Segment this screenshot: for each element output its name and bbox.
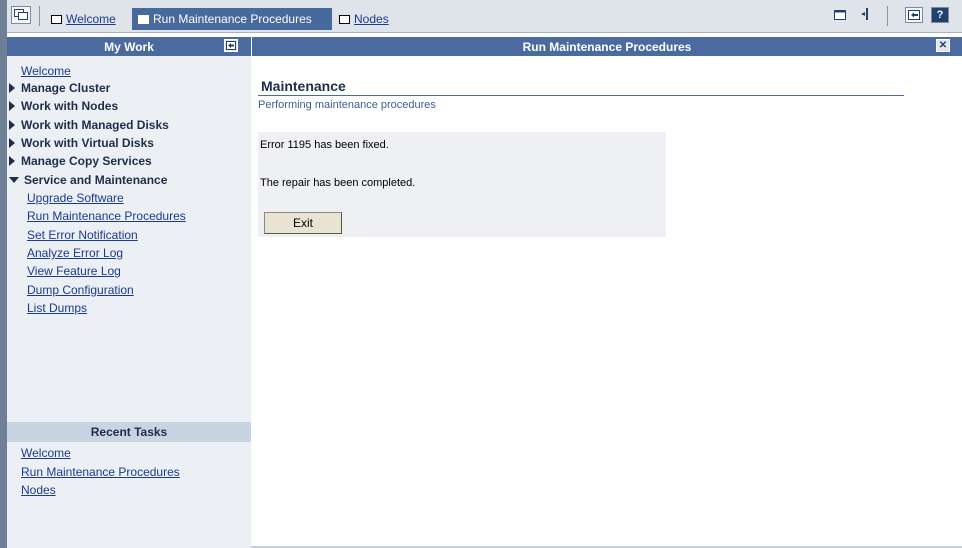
recent-tasks-header: Recent Tasks: [7, 422, 251, 442]
tab-nodes[interactable]: Nodes: [333, 8, 395, 30]
minimize-icon[interactable]: [830, 6, 850, 24]
close-icon[interactable]: ✕: [936, 39, 950, 52]
my-work-header: My Work: [7, 37, 251, 56]
nav-group-manage-cluster[interactable]: Manage Cluster: [9, 81, 110, 95]
help-icon[interactable]: ?: [931, 7, 949, 23]
tab-run-maintenance-procedures[interactable]: Run Maintenance Procedures: [132, 8, 332, 30]
expand-arrow-icon: [9, 156, 15, 166]
nav-group-work-with-nodes[interactable]: Work with Nodes: [9, 99, 118, 113]
tab-welcome[interactable]: Welcome: [45, 8, 122, 30]
repair-completed-message: The repair has been completed.: [260, 177, 416, 189]
nav-view-feature-log[interactable]: View Feature Log: [27, 264, 121, 278]
my-work-sidebar: Welcome Manage Cluster Work with Nodes W…: [7, 56, 251, 548]
nav-welcome[interactable]: Welcome: [21, 64, 71, 78]
error-fixed-message: Error 1195 has been fixed.: [260, 139, 389, 151]
result-panel: Error 1195 has been fixed. The repair ha…: [258, 132, 666, 237]
page-title: Maintenance: [261, 78, 346, 94]
expand-arrow-icon: [9, 83, 15, 93]
task-manager-icon[interactable]: [11, 6, 31, 24]
nav-group-label: Manage Cluster: [21, 81, 111, 95]
nav-group-label: Manage Copy Services: [21, 154, 152, 168]
tab-window-icon: [138, 14, 149, 24]
nav-group-label: Work with Managed Disks: [21, 118, 169, 132]
nav-group-label: Work with Virtual Disks: [21, 136, 154, 150]
toolbar-separator: [39, 6, 40, 26]
my-work-title: My Work: [104, 39, 154, 54]
expand-arrow-icon: [9, 120, 15, 130]
page-subtitle: Performing maintenance procedures: [258, 99, 436, 111]
tab-window-icon: [51, 14, 62, 24]
recent-tasks-title: Recent Tasks: [90, 425, 168, 439]
nav-group-label: Work with Nodes: [21, 99, 119, 113]
collapse-left-icon[interactable]: [224, 39, 238, 52]
nav-analyze-error-log[interactable]: Analyze Error Log: [27, 246, 123, 260]
tab-label[interactable]: Nodes: [354, 12, 389, 26]
title-divider: [258, 95, 904, 96]
tab-bar: Welcome Run Maintenance Procedures Nodes…: [7, 0, 962, 33]
main-content: Maintenance Performing maintenance proce…: [251, 56, 962, 548]
left-frame-edge: [0, 0, 7, 548]
recent-welcome[interactable]: Welcome: [21, 446, 71, 460]
refresh-icon[interactable]: [856, 6, 876, 24]
recent-run-maintenance-procedures[interactable]: Run Maintenance Procedures: [21, 465, 180, 479]
nav-set-error-notification[interactable]: Set Error Notification: [27, 228, 138, 242]
recent-nodes[interactable]: Nodes: [21, 483, 56, 497]
expand-arrow-icon: [9, 101, 15, 111]
maximize-icon[interactable]: [905, 7, 923, 23]
toolbar-separator: [887, 6, 888, 26]
nav-group-work-with-virtual-disks[interactable]: Work with Virtual Disks: [9, 136, 154, 150]
nav-upgrade-software[interactable]: Upgrade Software: [27, 191, 124, 205]
collapse-arrow-icon: [9, 177, 19, 183]
nav-group-manage-copy-services[interactable]: Manage Copy Services: [9, 154, 152, 168]
expand-arrow-icon: [9, 138, 15, 148]
tab-label: Run Maintenance Procedures: [153, 12, 312, 26]
nav-group-work-with-managed-disks[interactable]: Work with Managed Disks: [9, 118, 169, 132]
nav-group-service-and-maintenance[interactable]: Service and Maintenance: [9, 173, 167, 187]
nav-group-label: Service and Maintenance: [24, 173, 168, 187]
tab-window-icon: [339, 14, 350, 24]
content-header-title: Run Maintenance Procedures: [522, 39, 692, 54]
nav-list-dumps[interactable]: List Dumps: [27, 301, 87, 315]
nav-dump-configuration[interactable]: Dump Configuration: [27, 283, 134, 297]
nav-run-maintenance-procedures[interactable]: Run Maintenance Procedures: [27, 209, 186, 223]
content-header: Run Maintenance Procedures ✕: [252, 37, 962, 56]
exit-button[interactable]: Exit: [264, 212, 342, 234]
tab-label[interactable]: Welcome: [66, 12, 116, 26]
